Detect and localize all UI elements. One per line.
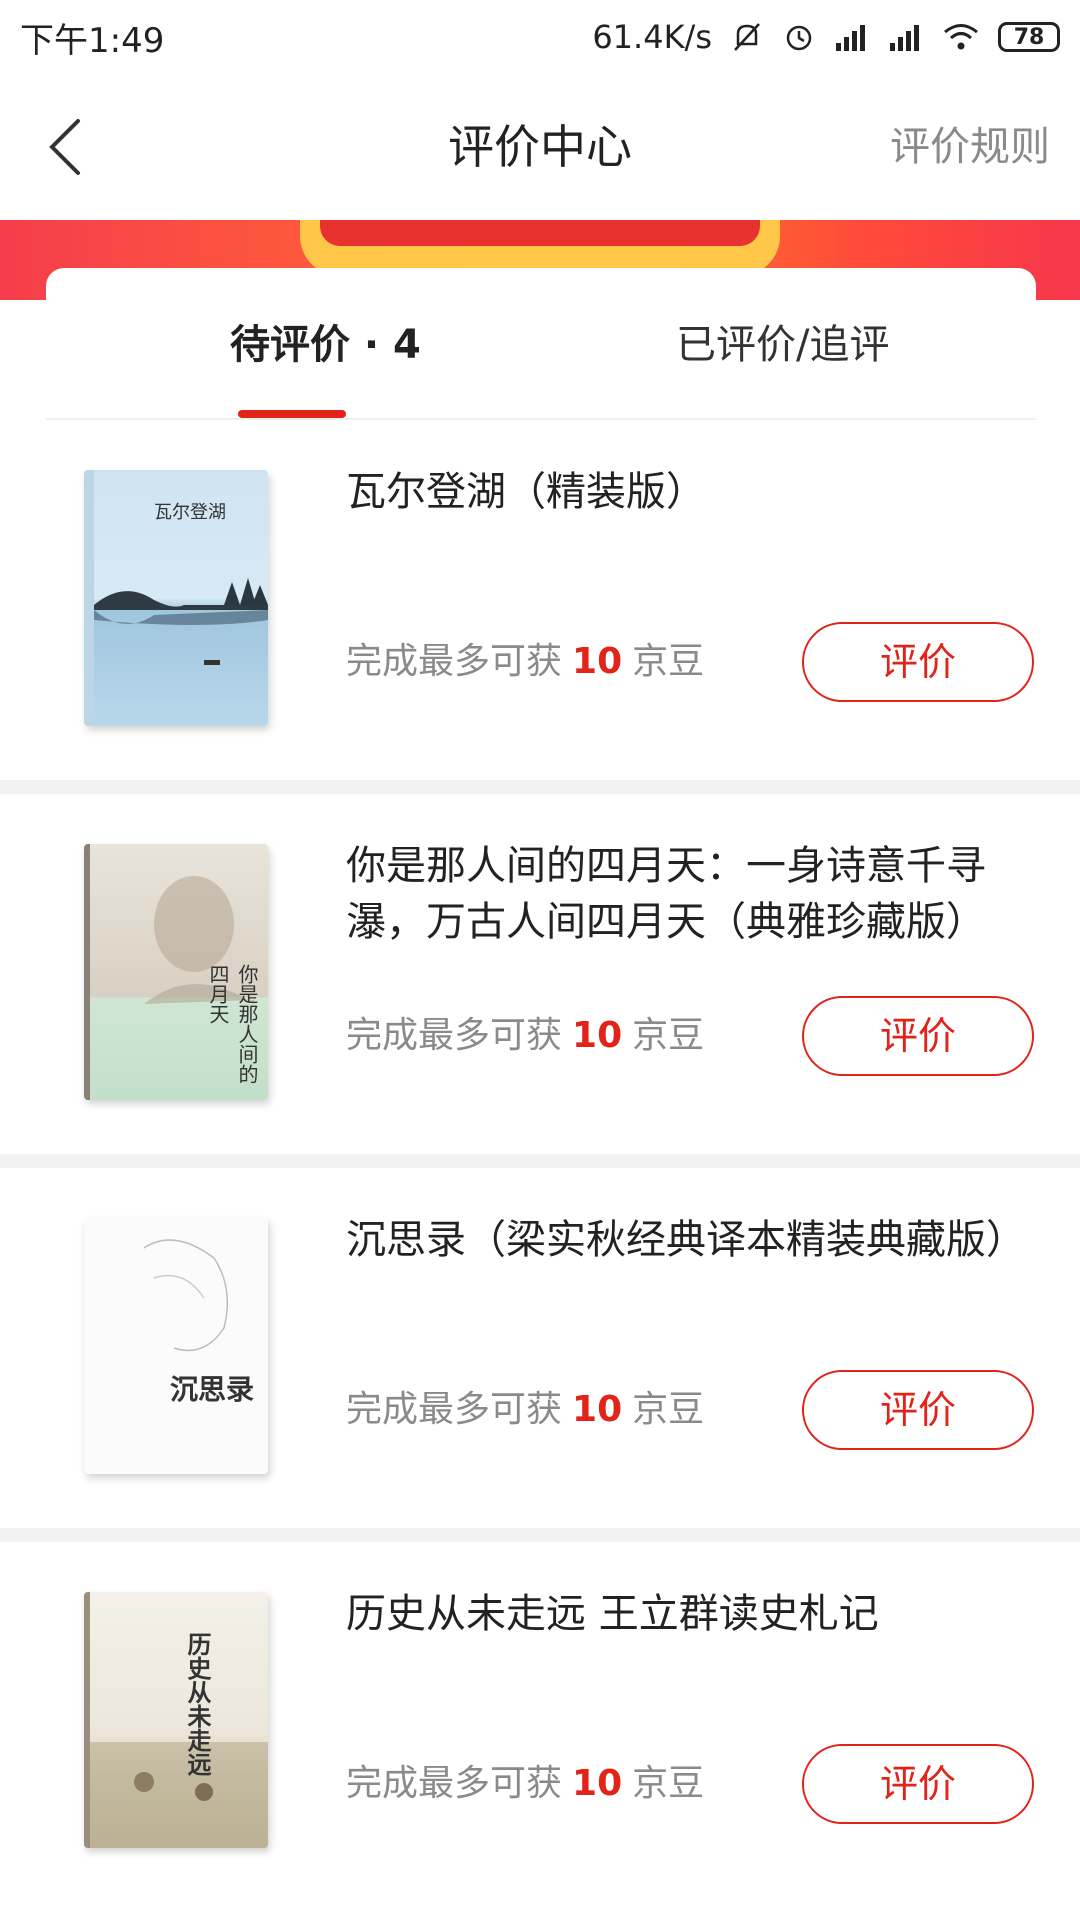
reward-unit: 京豆	[632, 1015, 705, 1056]
status-indicators: 61.4K/s 78	[592, 18, 1060, 56]
cover-title: 沉思录	[170, 1373, 255, 1406]
review-center-page: 下午1:49 61.4K/s 78 评价中心 评价规则 待评价 · 4 已评价/…	[0, 0, 1080, 1920]
alarm-icon	[782, 20, 816, 54]
reward-prefix: 完成最多可获	[346, 1763, 563, 1804]
cover-title: 瓦尔登湖	[154, 502, 226, 523]
status-bar: 下午1:49 61.4K/s 78	[0, 0, 1080, 74]
active-tab-indicator	[238, 410, 346, 418]
book-cover[interactable]: 你是那人间的四月天	[84, 844, 268, 1100]
reward-value: 10	[572, 1389, 623, 1430]
list-item: 历史从未走远 历史从未走远 王立群读史札记 完成最多可获 10 京豆 评价	[0, 1542, 1080, 1902]
reward-text: 完成最多可获 10 京豆	[346, 1006, 704, 1066]
banner-decoration	[320, 220, 760, 246]
list-item: 沉思录 沉思录（梁实秋经典译本精装典藏版） 完成最多可获 10 京豆 评价	[0, 1168, 1080, 1528]
signal-icon	[888, 23, 924, 51]
nav-bar: 评价中心 评价规则	[0, 74, 1080, 220]
reward-prefix: 完成最多可获	[346, 641, 563, 682]
book-cover[interactable]: 历史从未走远	[84, 1592, 268, 1848]
reward-value: 10	[572, 1763, 623, 1804]
divider	[0, 1528, 1080, 1542]
chevron-left-icon	[49, 119, 80, 175]
review-button[interactable]: 评价	[802, 1370, 1034, 1450]
cover-title: 你是那人间的四月天	[206, 964, 259, 1084]
list-item: 你是那人间的四月天 你是那人间的四月天：一身诗意千寻瀑，万古人间四月天（典雅珍藏…	[0, 794, 1080, 1154]
reward-text: 完成最多可获 10 京豆	[346, 632, 704, 692]
book-cover[interactable]: 瓦尔登湖	[84, 470, 268, 726]
book-cover[interactable]: 沉思录	[84, 1218, 268, 1474]
sketch-illustration	[143, 1239, 229, 1352]
review-button[interactable]: 评价	[802, 996, 1034, 1076]
battery-indicator: 78	[998, 22, 1060, 52]
reward-value: 10	[572, 1015, 623, 1056]
product-title[interactable]: 沉思录（梁实秋经典译本精装典藏版）	[346, 1212, 1036, 1268]
review-button[interactable]: 评价	[802, 622, 1034, 702]
network-speed: 61.4K/s	[592, 18, 712, 56]
tab-pending[interactable]: 待评价 · 4	[230, 312, 421, 370]
reward-unit: 京豆	[632, 641, 705, 682]
tab-reviewed[interactable]: 已评价/追评	[676, 312, 889, 370]
list-item: 瓦尔登湖 瓦尔登湖（精装版） 完成最多可获 10 京豆 评价	[0, 420, 1080, 780]
cover-title: 历史从未走远	[183, 1632, 212, 1776]
tabs-bar: 待评价 · 4 已评价/追评	[46, 268, 1036, 418]
reward-value: 10	[572, 641, 623, 682]
reward-text: 完成最多可获 10 京豆	[346, 1754, 704, 1814]
reward-prefix: 完成最多可获	[346, 1389, 563, 1430]
divider	[0, 1154, 1080, 1168]
product-title[interactable]: 历史从未走远 王立群读史札记	[346, 1586, 1036, 1642]
product-title[interactable]: 瓦尔登湖（精装版）	[346, 464, 1036, 520]
mute-icon	[730, 20, 764, 54]
status-time: 下午1:49	[20, 20, 165, 61]
reward-text: 完成最多可获 10 京豆	[346, 1380, 704, 1440]
divider	[0, 780, 1080, 794]
painting-illustration	[84, 1592, 268, 1848]
review-rules-link[interactable]: 评价规则	[890, 74, 1050, 220]
reward-unit: 京豆	[632, 1389, 705, 1430]
review-button[interactable]: 评价	[802, 1744, 1034, 1824]
signal-icon	[834, 23, 870, 51]
reward-unit: 京豆	[632, 1763, 705, 1804]
back-button[interactable]	[34, 114, 94, 180]
reward-prefix: 完成最多可获	[346, 1015, 563, 1056]
wifi-icon	[942, 22, 980, 52]
product-title[interactable]: 你是那人间的四月天：一身诗意千寻瀑，万古人间四月天（典雅珍藏版）	[346, 838, 1036, 950]
